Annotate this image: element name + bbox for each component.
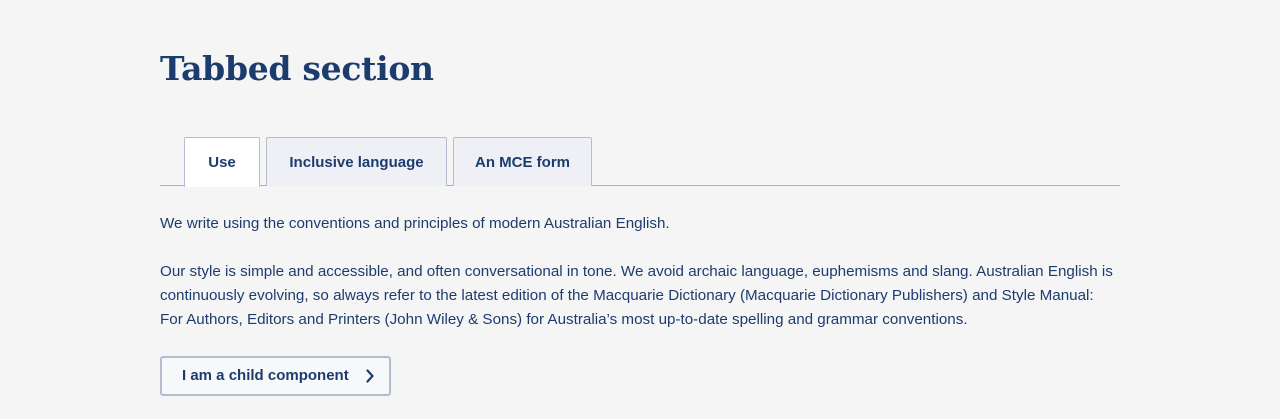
tab-use[interactable]: Use — [184, 137, 260, 187]
tab-mce-form[interactable]: An MCE form — [453, 137, 592, 186]
chevron-right-icon — [363, 369, 377, 383]
panel-paragraph-intro: We write using the conventions and princ… — [160, 215, 670, 232]
section-title: Tabbed section — [160, 49, 434, 88]
tab-list: Use Inclusive language An MCE form — [160, 137, 1120, 187]
panel-paragraph-style: Our style is simple and accessible, and … — [160, 263, 1113, 328]
tabbed-section: Tabbed section Use Inclusive language An… — [160, 0, 1120, 396]
tab-inclusive-language[interactable]: Inclusive language — [266, 137, 447, 186]
tab-panel-use: We write using the conventions and princ… — [160, 186, 1120, 396]
child-component-button[interactable]: I am a child component — [160, 356, 391, 396]
child-component-button-label: I am a child component — [182, 367, 349, 384]
